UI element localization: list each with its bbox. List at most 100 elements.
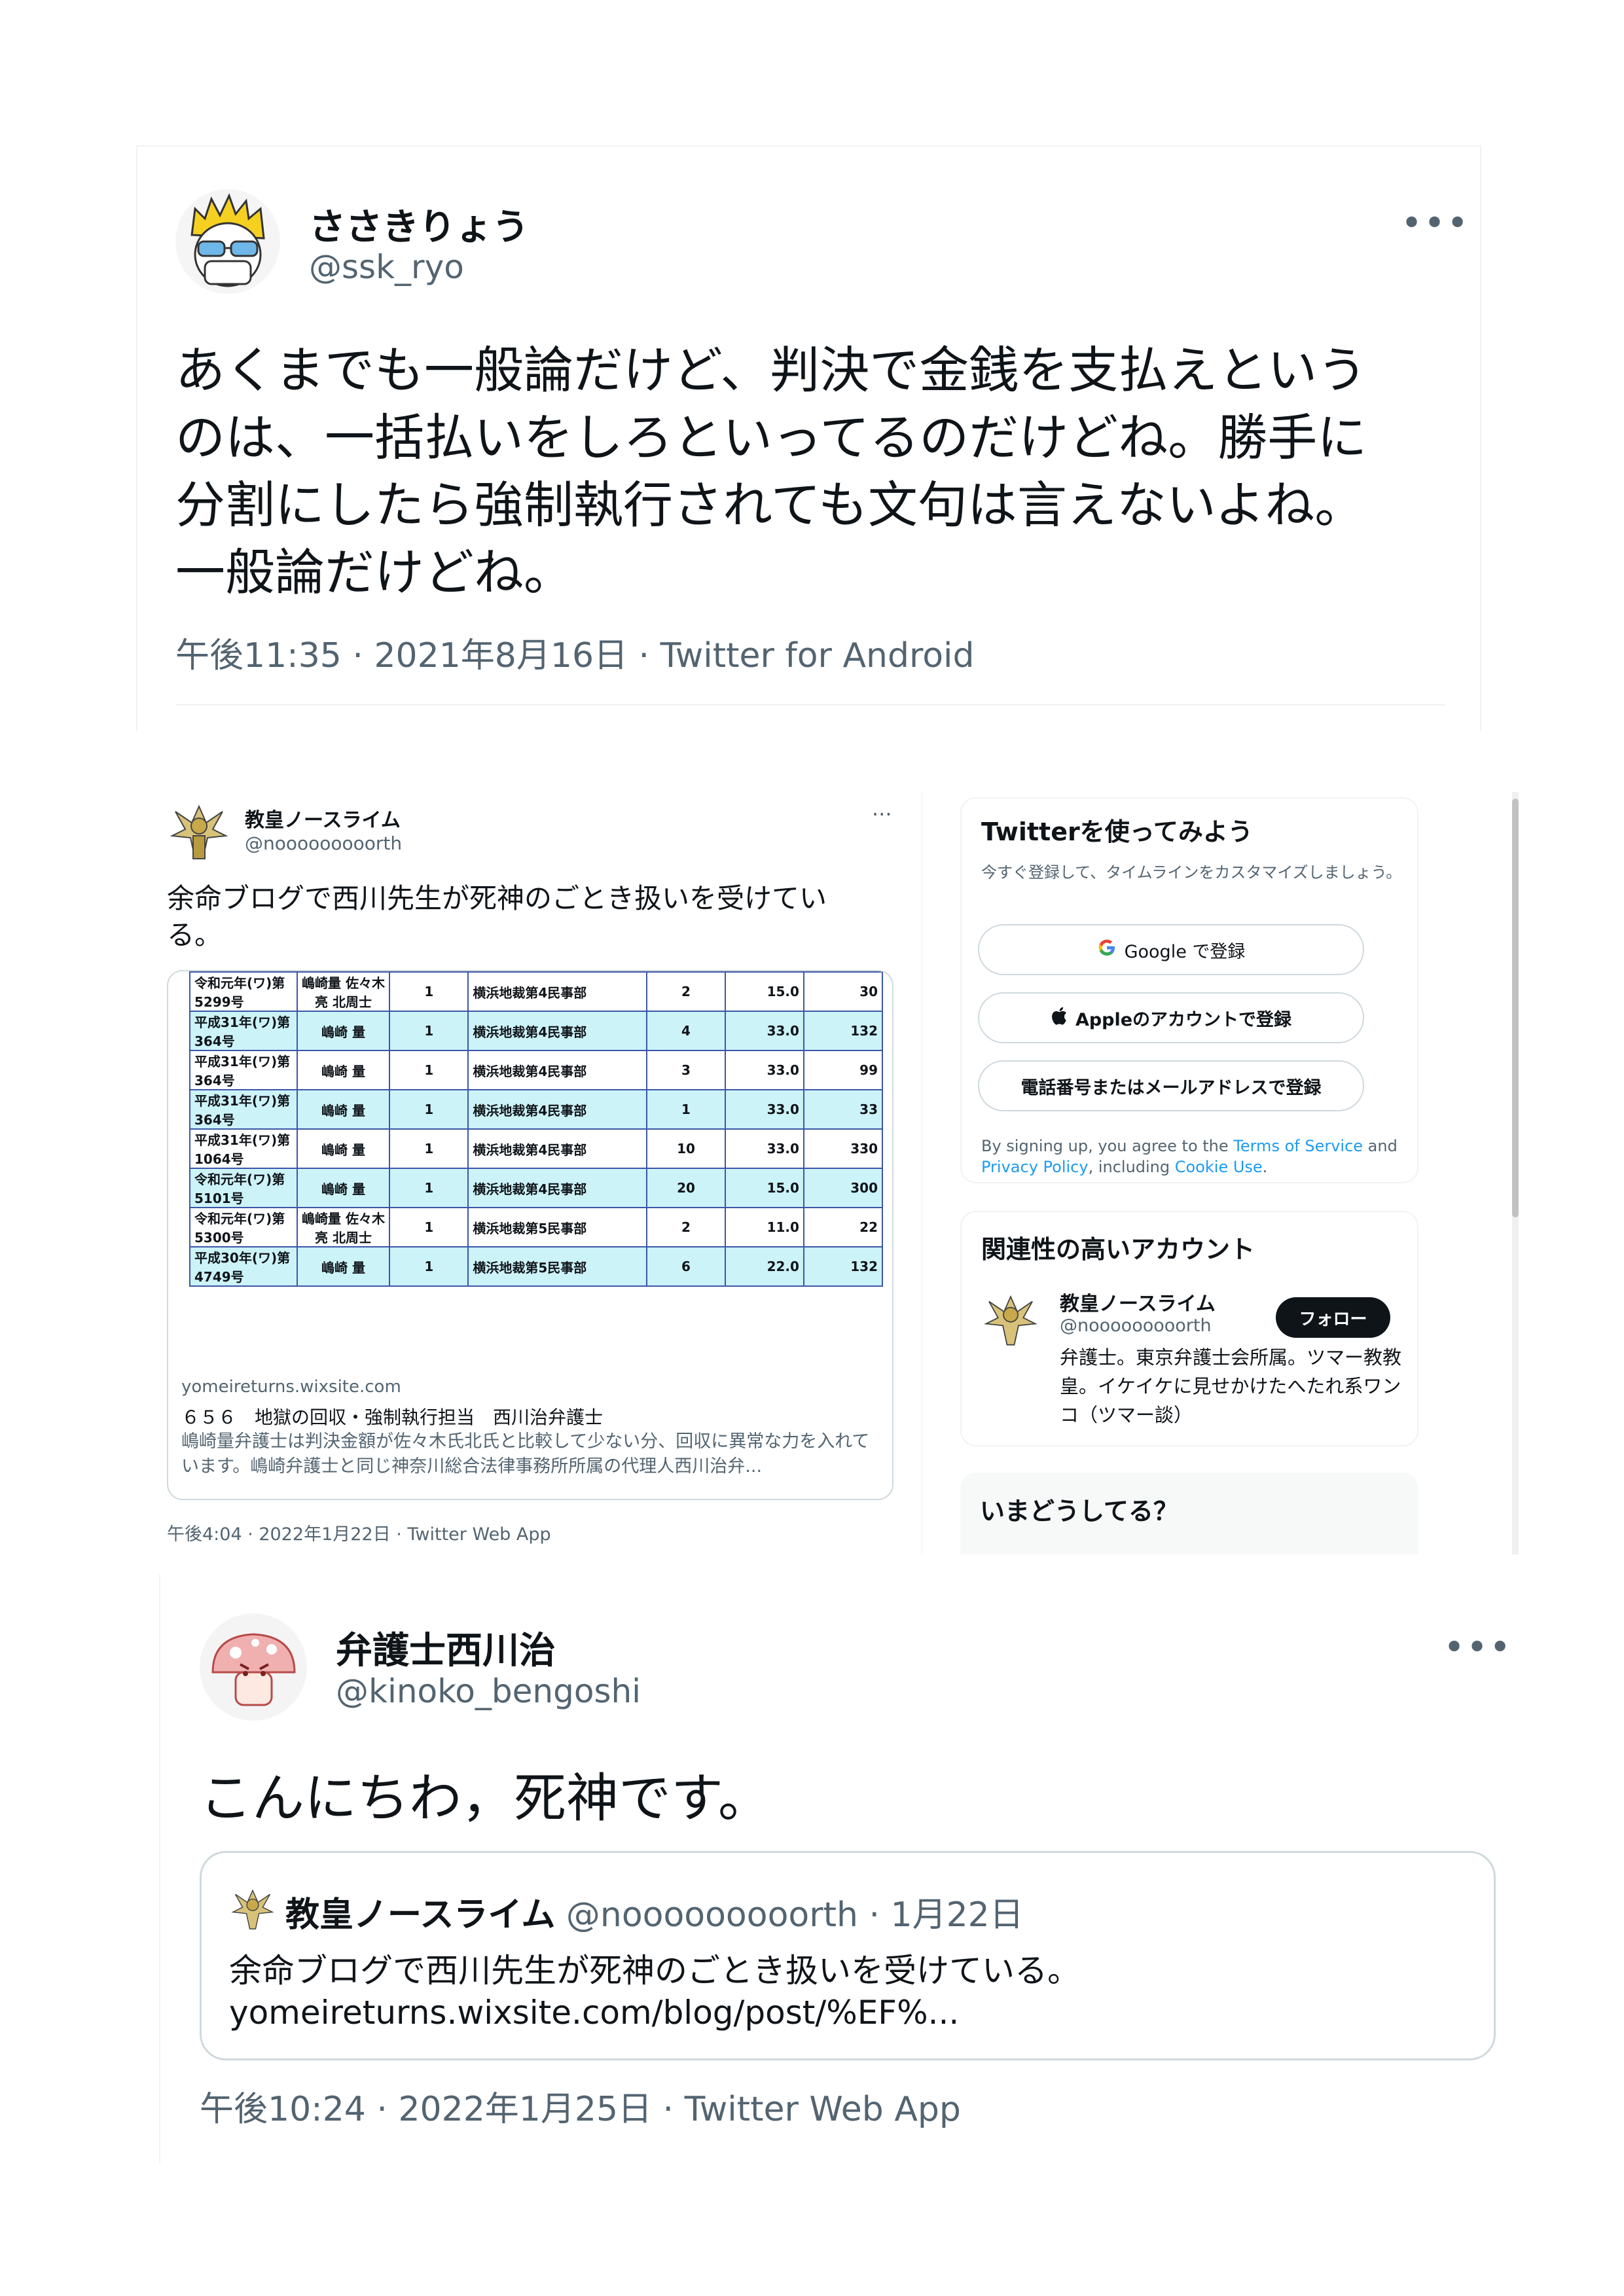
more-options-icon[interactable]: •••: [1401, 202, 1470, 245]
related-account-name[interactable]: 教皇ノースライム: [1060, 1287, 1216, 1316]
table-cell: 22.0: [724, 1246, 804, 1287]
table-row: 平成31年(ワ)第364号 嶋崎 量 1 横浜地裁第4民事部 4 33.0 132: [189, 1011, 884, 1051]
table-cell: 1: [389, 971, 469, 1012]
table-row: 令和元年(ワ)第5299号 嶋崎量 佐々木亮 北周士 1 横浜地裁第4民事部 2 15.0…: [189, 971, 884, 1012]
tweet-text: こんにちわ，死神です。: [200, 1768, 770, 1829]
table-cell: 平成31年(ワ)第1064号: [189, 1128, 298, 1169]
quote-author-name: 教皇ノースライム: [285, 1895, 556, 1935]
link-card[interactable]: 令和元年(ワ)第5299号 嶋崎量 佐々木亮 北周士 1 横浜地裁第4民事部 2 15.0…: [167, 970, 893, 1500]
more-options-icon[interactable]: ···: [872, 802, 892, 827]
table-cell: 20: [646, 1168, 726, 1208]
avatar[interactable]: [981, 1291, 1040, 1350]
table-cell: 30: [803, 971, 884, 1012]
table-cell: 横浜地裁第4民事部: [467, 1050, 648, 1090]
author-handle[interactable]: @ssk_ryo: [309, 248, 464, 286]
tweet-line: 一般論だけどね。: [175, 543, 573, 601]
signup-legal-text: By signing up, you agree to the Terms of…: [981, 1136, 1407, 1177]
table-cell: 1: [389, 1128, 469, 1169]
table-cell: 15.0: [724, 971, 804, 1012]
avatar[interactable]: [175, 189, 280, 294]
table-cell: 平成30年(ワ)第4749号: [189, 1246, 298, 1287]
table-cell: 300: [803, 1168, 884, 1208]
legal-text: .: [1262, 1158, 1268, 1176]
google-signup-button[interactable]: Google で登録: [978, 924, 1364, 975]
table-cell: 33.0: [724, 1128, 804, 1169]
table-cell: 横浜地裁第4民事部: [467, 1089, 648, 1130]
table-cell: 3: [646, 1050, 726, 1090]
tweet-timestamp[interactable]: 午後10:24 · 2022年1月25日 · Twitter Web App: [200, 2081, 961, 2130]
apple-signup-label: Appleのアカウントで登録: [1075, 1009, 1292, 1030]
table-cell: 横浜地裁第4民事部: [467, 1168, 648, 1208]
table-cell: 22: [803, 1207, 884, 1247]
table-row: 平成31年(ワ)第1064号 嶋崎 量 1 横浜地裁第4民事部 10 33.0 330: [189, 1128, 884, 1169]
table-cell: 横浜地裁第5民事部: [467, 1207, 648, 1247]
author-handle[interactable]: @kinoko_bengoshi: [336, 1672, 641, 1710]
table-cell: 横浜地裁第4民事部: [467, 1011, 648, 1051]
follow-button[interactable]: フォロー: [1276, 1297, 1390, 1338]
author-handle[interactable]: @nooooooooorth: [245, 833, 402, 854]
card-description: 嶋崎量弁護士は判決金額が佐々木氏北氏と比較して少ない分、回収に異常な力を入れてい…: [181, 1431, 870, 1477]
author-name[interactable]: 弁護士西川治: [336, 1621, 556, 1674]
privacy-link[interactable]: Privacy Policy: [981, 1158, 1089, 1176]
tweet-line: あくまでも一般論だけど、判決で金銭を支払えという: [175, 341, 1367, 399]
avatar[interactable]: [200, 1613, 308, 1721]
author-name[interactable]: ささきりょう: [309, 198, 529, 251]
quote-text: 余命ブログで西川先生が死神のごとき扱いを受けている。: [229, 1952, 1080, 1990]
phone-email-signup-button[interactable]: 電話番号またはメールアドレスで登録: [978, 1060, 1364, 1111]
related-accounts-panel: 関連性の高いアカウント 教皇ノースライム @nooooooooorth フォロー…: [960, 1211, 1418, 1446]
table-cell: 2: [646, 1207, 726, 1247]
table-cell: 33.0: [724, 1011, 804, 1051]
terms-link[interactable]: Terms of Service: [1233, 1137, 1363, 1155]
card-title: ６５６ 地獄の回収・強制執行担当 西川治弁護士: [181, 1407, 604, 1428]
legal-text: , including: [1088, 1158, 1175, 1176]
google-icon: [1097, 938, 1117, 962]
table-cell: 15.0: [724, 1168, 804, 1208]
author-name[interactable]: 教皇ノースライム: [245, 804, 401, 833]
table-cell: 横浜地裁第4民事部: [467, 1128, 648, 1169]
table-cell: 嶋崎 量: [296, 1089, 391, 1130]
table-cell: 1: [389, 1011, 469, 1051]
card-domain: yomeireturns.wixsite.com: [181, 1377, 401, 1397]
table-cell: 2: [646, 971, 726, 1012]
avatar[interactable]: [167, 800, 231, 864]
table-cell: 99: [803, 1050, 884, 1090]
table-cell: 1: [389, 1089, 469, 1130]
signup-heading: Twitterを使ってみよう: [981, 817, 1253, 846]
scrollbar-thumb[interactable]: [1512, 798, 1519, 1217]
table-cell: 1: [389, 1168, 469, 1208]
table-cell: 132: [803, 1011, 884, 1051]
tweet-nooooorth-screenshot: 教皇ノースライム @nooooooooorth ··· 余命ブログで西川先生が死…: [145, 792, 1520, 1554]
legal-text: By signing up, you agree to the: [981, 1137, 1234, 1155]
table-cell: 33: [803, 1089, 884, 1130]
table-cell: 嶋崎量 佐々木亮 北周士: [296, 971, 391, 1012]
court-cases-table: 令和元年(ワ)第5299号 嶋崎量 佐々木亮 北周士 1 横浜地裁第4民事部 2 15.0…: [189, 971, 884, 1287]
table-cell: 11.0: [724, 1207, 804, 1247]
tweet-line: る。: [167, 919, 223, 951]
table-cell: 令和元年(ワ)第5299号: [189, 971, 298, 1012]
phone-email-signup-label: 電話番号またはメールアドレスで登録: [1020, 1077, 1322, 1098]
related-account-handle[interactable]: @nooooooooorth: [1060, 1316, 1212, 1336]
tweet-timestamp[interactable]: 午後11:35 · 2021年8月16日 · Twitter for Andro…: [175, 628, 975, 677]
apple-signup-button[interactable]: Appleのアカウントで登録: [978, 992, 1364, 1043]
quoted-tweet[interactable]: 教皇ノースライム @nooooooooorth · 1月22日 余命ブログで西川…: [200, 1851, 1496, 2060]
quote-link: yomeireturns.wixsite.com/blog/post/%EF%.…: [229, 1994, 960, 2032]
more-options-icon[interactable]: •••: [1443, 1626, 1512, 1669]
related-heading: 関連性の高いアカウント: [981, 1235, 1255, 1264]
cookie-link[interactable]: Cookie Use: [1175, 1158, 1263, 1176]
tweet-text: 余命ブログで西川先生が死神のごとき扱いを受けてい る。: [167, 880, 907, 954]
tweet-line: 分割にしたら強制執行されても文句は言えないよね。: [175, 476, 1365, 534]
table-cell: 平成31年(ワ)第364号: [189, 1050, 298, 1090]
table-cell: 6: [646, 1246, 726, 1287]
tweet-ssk-ryo: ささきりょう @ssk_ryo ••• あくまでも一般論だけど、判決で金銭を支払…: [136, 145, 1481, 731]
table-cell: 1: [646, 1089, 726, 1130]
apple-icon: [1051, 1006, 1068, 1030]
table-row: 平成31年(ワ)第364号 嶋崎 量 1 横浜地裁第4民事部 3 33.0 99: [189, 1050, 884, 1090]
tweet-timestamp[interactable]: 午後4:04 · 2022年1月22日 · Twitter Web App: [167, 1520, 551, 1545]
table-cell: 嶋崎 量: [296, 1011, 391, 1051]
table-row: 平成31年(ワ)第364号 嶋崎 量 1 横浜地裁第4民事部 1 33.0 33: [189, 1089, 884, 1130]
card-image: 令和元年(ワ)第5299号 嶋崎量 佐々木亮 北周士 1 横浜地裁第4民事部 2 15.0…: [168, 971, 892, 1364]
whats-happening-heading: いまどうしてる？: [980, 1497, 1178, 1526]
table-cell: 33.0: [724, 1089, 804, 1130]
table-cell: 平成31年(ワ)第364号: [189, 1011, 298, 1051]
table-cell: 4: [646, 1011, 726, 1051]
